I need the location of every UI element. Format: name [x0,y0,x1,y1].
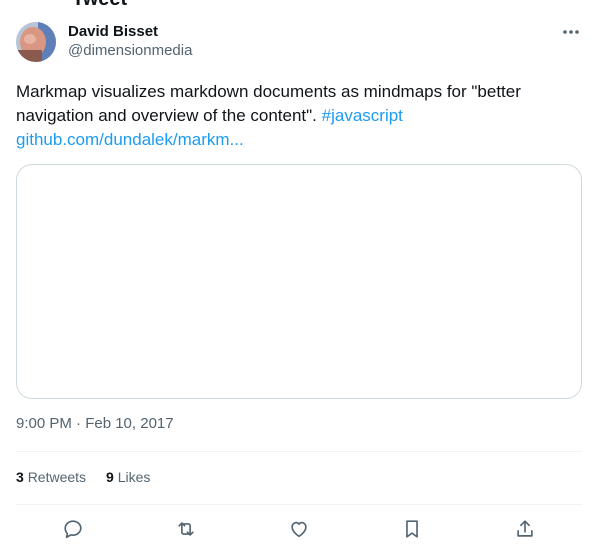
author-handle[interactable]: @dimensionmedia [68,41,192,61]
likes-label: Likes [117,469,151,485]
bookmark-button[interactable] [395,514,429,544]
hashtag-link[interactable]: #javascript [322,106,403,125]
author-display-name[interactable]: David Bisset [68,23,192,41]
like-button[interactable] [282,514,316,544]
more-options-button[interactable] [560,22,582,42]
tweet-text: Markmap visualizes markdown documents as… [16,80,576,152]
reply-icon [63,520,82,539]
link-preview-card[interactable] [16,164,582,399]
bookmark-icon [406,520,419,538]
author-info: David Bisset @dimensionmedia [68,23,192,61]
retweet-icon [178,522,194,536]
share-button[interactable] [508,514,542,544]
tweet-stats: 3 Retweets 9 Likes [16,467,150,487]
share-icon [517,520,534,537]
heart-icon [291,521,307,538]
retweets-stat[interactable]: 3 Retweets [16,467,86,487]
divider [16,451,582,452]
reply-button[interactable] [56,514,90,544]
tweet-timestamp[interactable]: 9:00 PM · Feb 10, 2017 [16,414,174,434]
avatar[interactable] [16,22,56,62]
retweet-button[interactable] [169,514,203,544]
retweets-count: 3 [16,469,24,485]
url-link[interactable]: github.com/dundalek/markm... [16,130,244,149]
page-title-cut: Tweet [72,0,127,11]
likes-stat[interactable]: 9 Likes [106,467,150,487]
tweet-header: David Bisset @dimensionmedia [16,22,582,66]
retweets-label: Retweets [27,469,87,485]
tweet-body: Markmap visualizes markdown documents as… [16,82,521,125]
likes-count: 9 [106,469,114,485]
divider [16,504,582,505]
tweet-actions [16,514,582,544]
more-icon [563,30,579,34]
